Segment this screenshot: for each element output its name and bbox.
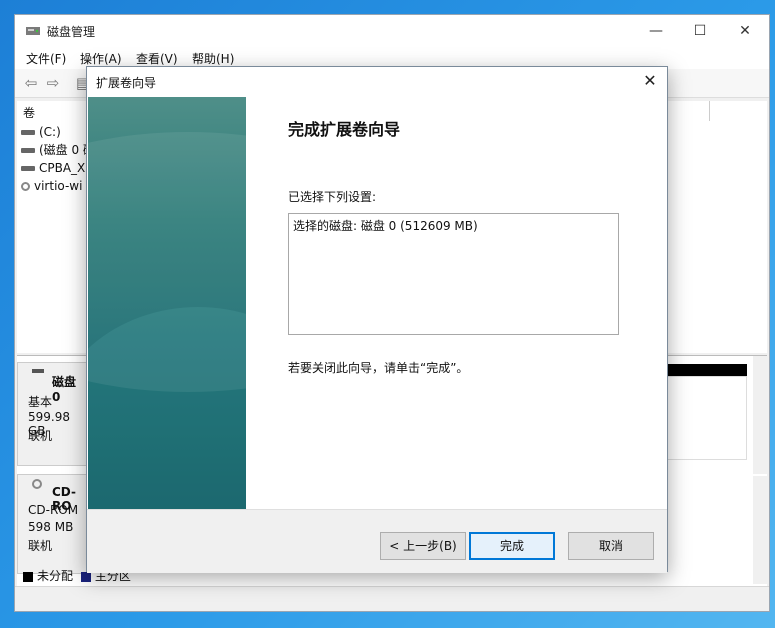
disk-status: 联机 — [28, 539, 53, 553]
close-button[interactable]: ✕ — [730, 19, 760, 43]
column-volume[interactable]: 卷 — [23, 104, 35, 121]
dialog-close-button[interactable]: ✕ — [637, 69, 663, 93]
dialog-title: 扩展卷向导 — [96, 76, 157, 90]
selected-disk-text: 选择的磁盘: 磁盘 0 (512609 MB) — [293, 219, 478, 233]
volume-row[interactable]: (磁盘 0 磁 — [21, 141, 95, 159]
settings-label: 已选择下列设置: — [288, 190, 377, 204]
menu-file[interactable]: 文件(F) — [26, 50, 66, 67]
column-separator[interactable] — [709, 101, 710, 121]
cdrom-info[interactable]: CD-RO CD-ROM 598 MB 联机 — [17, 474, 89, 574]
volume-name: CPBA_X6 — [39, 161, 93, 175]
disk-size: 598 MB — [28, 520, 74, 534]
disk-0-info[interactable]: 磁盘 0 基本 599.98 GB 联机 — [17, 362, 89, 466]
finish-hint: 若要关闭此向导，请单击“完成”。 — [288, 361, 469, 375]
disk-type: CD-ROM — [28, 503, 79, 517]
unallocated-swatch — [23, 571, 33, 582]
cancel-button[interactable]: 取消 — [568, 532, 654, 560]
disk-type: 基本 — [28, 395, 53, 409]
volume-row[interactable]: virtio-wi — [21, 177, 82, 195]
title-bar: 磁盘管理 — ☐ ✕ — [15, 15, 769, 47]
disk-name: 磁盘 0 — [52, 375, 77, 404]
cd-icon — [32, 479, 42, 489]
dialog-footer: < 上一步(B) 完成 取消 — [87, 509, 667, 573]
volume-row[interactable]: (C:) — [21, 123, 61, 141]
volume-name: virtio-wi — [34, 179, 83, 193]
settings-summary-box[interactable]: 选择的磁盘: 磁盘 0 (512609 MB) — [288, 213, 619, 335]
scrollbar[interactable] — [753, 356, 767, 474]
drive-icon — [21, 130, 35, 135]
window-title: 磁盘管理 — [47, 25, 96, 39]
menu-help[interactable]: 帮助(H) — [192, 50, 234, 67]
finish-button[interactable]: 完成 — [469, 532, 555, 560]
back-arrow-icon[interactable]: ⇦ — [21, 73, 41, 93]
status-bar — [15, 586, 769, 611]
dialog-title-bar: 扩展卷向导 ✕ — [87, 67, 667, 95]
menu-action[interactable]: 操作(A) — [80, 50, 122, 67]
disk-status: 联机 — [28, 429, 53, 443]
wizard-heading: 完成扩展卷向导 — [288, 120, 401, 139]
drive-icon — [21, 166, 35, 171]
volume-name: (C:) — [39, 125, 61, 139]
drive-icon — [21, 148, 35, 153]
disk-management-icon — [26, 27, 40, 35]
maximize-button[interactable]: ☐ — [685, 19, 715, 43]
back-button[interactable]: < 上一步(B) — [380, 532, 466, 560]
forward-arrow-icon[interactable]: ⇨ — [43, 73, 63, 93]
cd-icon — [21, 182, 30, 191]
primary-partition-swatch — [80, 571, 91, 582]
volume-row[interactable]: CPBA_X6 — [21, 159, 93, 177]
scrollbar[interactable] — [753, 476, 767, 584]
wizard-side-banner — [88, 97, 246, 509]
drive-icon — [32, 369, 44, 373]
partition-area[interactable] — [667, 376, 747, 460]
extend-volume-wizard-dialog: 扩展卷向导 ✕ 完成扩展卷向导 已选择下列设置: 选择的磁盘: 磁盘 0 (51… — [86, 66, 668, 573]
legend-unallocated: 未分配 — [37, 569, 74, 583]
minimize-button[interactable]: — — [641, 19, 671, 43]
menu-view[interactable]: 查看(V) — [136, 50, 178, 67]
unallocated-partition-strip[interactable] — [667, 364, 747, 376]
